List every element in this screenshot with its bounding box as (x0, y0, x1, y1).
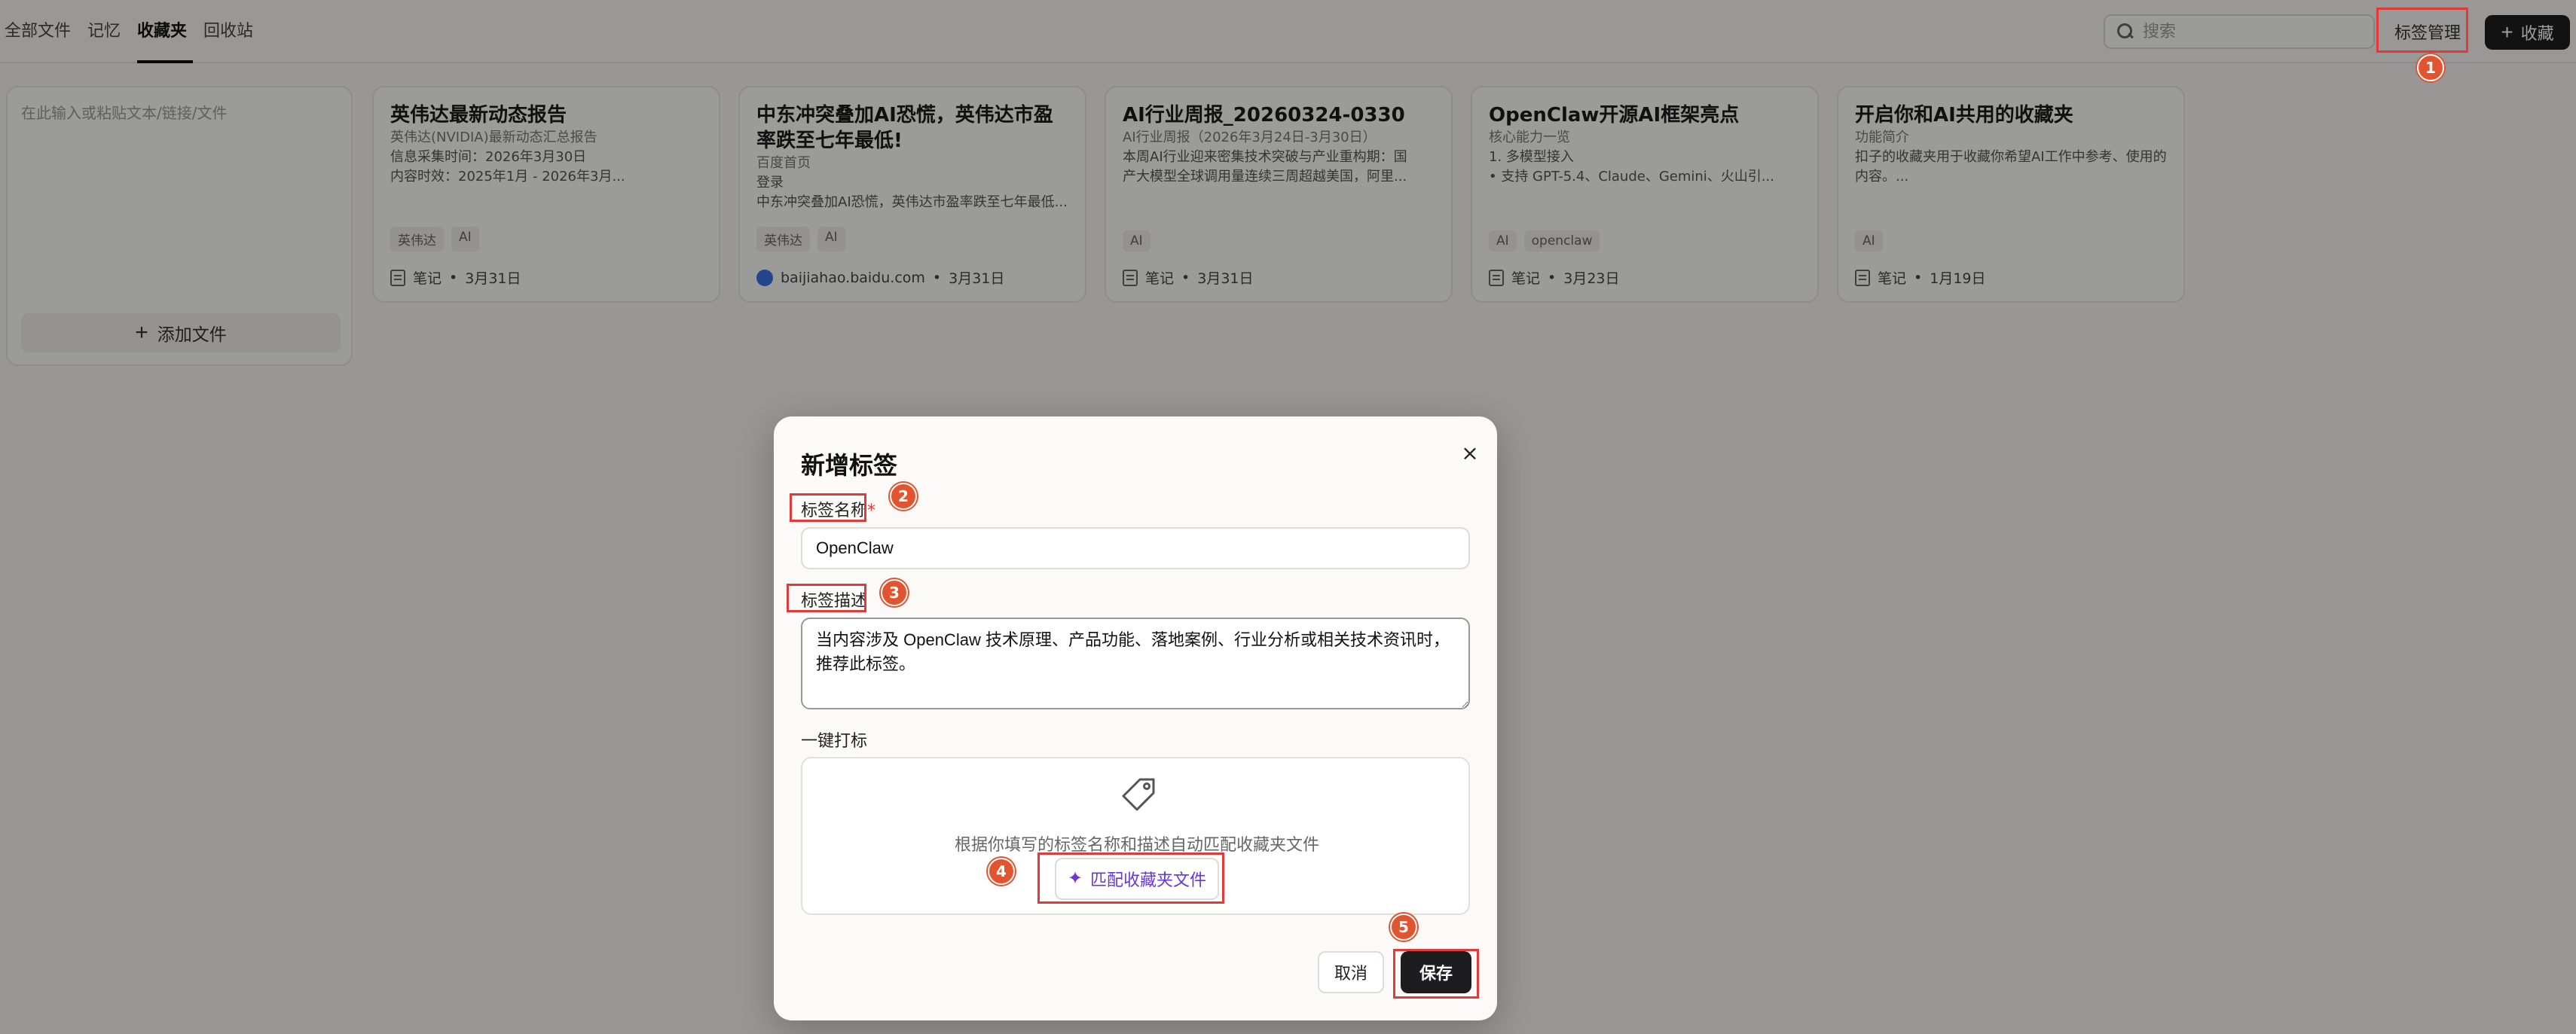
annotation-box-1 (2376, 8, 2468, 53)
tag-name-input[interactable] (801, 527, 1470, 569)
dialog-title: 新增标签 (801, 451, 898, 480)
auto-tag-panel: 根据你填写的标签名称和描述自动匹配收藏夹文件 ✦ 匹配收藏夹文件 4 (801, 757, 1470, 915)
new-tag-dialog: 新增标签 × 标签名称* 2 标签描述 3 当内容涉及 OpenClaw 技术原… (774, 416, 1497, 1020)
auto-tag-label: 一键打标 (801, 732, 868, 751)
annotation-box-2 (790, 493, 866, 522)
annotation-box-3 (787, 584, 866, 612)
annotation-badge-1: 1 (2417, 54, 2444, 81)
tag-description-textarea[interactable]: 当内容涉及 OpenClaw 技术原理、产品功能、落地案例、行业分析或相关技术资… (801, 618, 1470, 709)
close-icon[interactable]: × (1455, 438, 1485, 468)
annotation-box-5 (1393, 949, 1479, 999)
tag-icon (1122, 778, 1155, 811)
required-mark: * (867, 502, 876, 520)
annotation-box-4 (1037, 853, 1224, 904)
cancel-button[interactable]: 取消 (1318, 951, 1384, 993)
annotation-badge-5: 5 (1390, 914, 1417, 941)
annotation-badge-4: 4 (988, 858, 1015, 885)
annotation-badge-3: 3 (881, 579, 908, 606)
annotation-badge-2: 2 (890, 483, 917, 510)
